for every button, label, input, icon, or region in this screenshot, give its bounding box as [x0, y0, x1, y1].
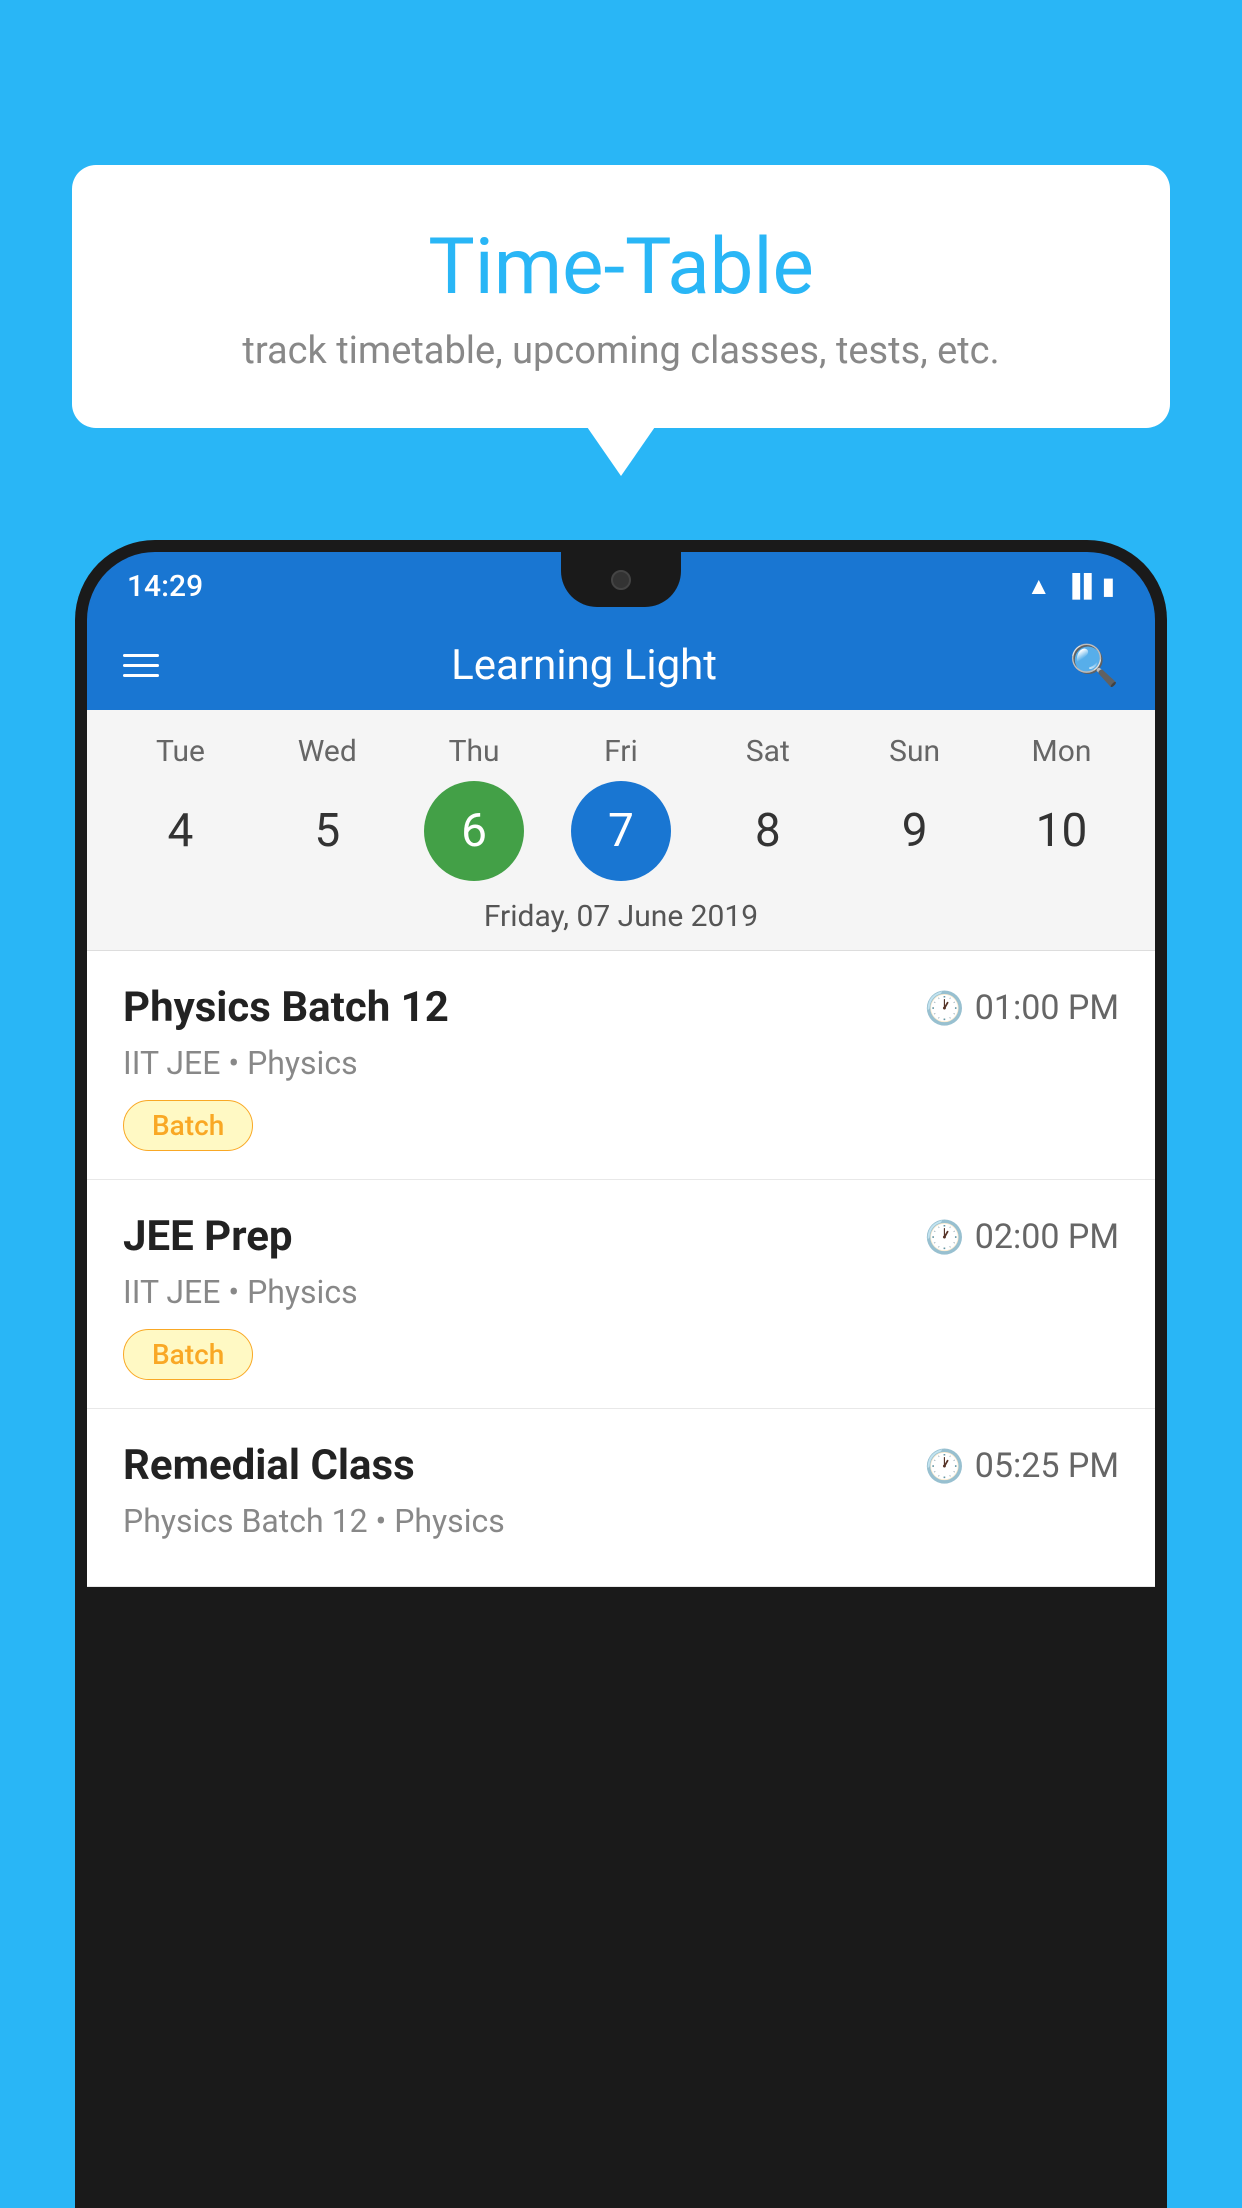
- schedule-item[interactable]: JEE Prep 🕐 02:00 PM IIT JEE • Physics Ba…: [87, 1180, 1155, 1409]
- hamburger-icon[interactable]: [123, 654, 159, 677]
- day-header: Fri: [571, 734, 671, 769]
- status-bar: 14:29: [87, 552, 1155, 620]
- schedule-item[interactable]: Physics Batch 12 🕐 01:00 PM IIT JEE • Ph…: [87, 951, 1155, 1180]
- schedule-subtitle: IIT JEE • Physics: [123, 1044, 1119, 1082]
- schedule-list: Physics Batch 12 🕐 01:00 PM IIT JEE • Ph…: [87, 951, 1155, 1587]
- schedule-time: 🕐 05:25 PM: [925, 1446, 1119, 1486]
- phone-inner: 14:29 Learning Light 🔍 TueWe: [87, 552, 1155, 2208]
- day-number[interactable]: 5: [277, 781, 377, 881]
- batch-badge: Batch: [123, 1329, 253, 1380]
- tooltip-title: Time-Table: [132, 225, 1110, 311]
- schedule-time: 🕐 01:00 PM: [925, 988, 1119, 1028]
- day-numbers: 456789 10: [87, 781, 1155, 881]
- signal-icon: [1065, 573, 1088, 599]
- day-number[interactable]: 7: [571, 781, 671, 881]
- batch-badge: Batch: [123, 1100, 253, 1151]
- day-header: Sun: [865, 734, 965, 769]
- day-header: Wed: [277, 734, 377, 769]
- schedule-item-header: JEE Prep 🕐 02:00 PM: [123, 1212, 1119, 1261]
- wifi-icon: [1027, 572, 1051, 601]
- schedule-item-header: Remedial Class 🕐 05:25 PM: [123, 1441, 1119, 1490]
- schedule-time: 🕐 02:00 PM: [925, 1217, 1119, 1257]
- selected-date-label: Friday, 07 June 2019: [87, 881, 1155, 951]
- schedule-title: JEE Prep: [123, 1212, 293, 1261]
- day-headers: Tue Wed Thu Fri Sat Sun Mon: [87, 734, 1155, 769]
- schedule-subtitle: IIT JEE • Physics: [123, 1273, 1119, 1311]
- schedule-subtitle: Physics Batch 12 • Physics: [123, 1502, 1119, 1540]
- phone-frame: 14:29 Learning Light 🔍 TueWe: [75, 540, 1167, 2208]
- tooltip-card: Time-Table track timetable, upcoming cla…: [72, 165, 1170, 428]
- status-time: 14:29: [127, 569, 203, 604]
- camera-dot: [611, 570, 631, 590]
- battery-icon: [1102, 572, 1115, 600]
- app-bar: Learning Light 🔍: [87, 620, 1155, 710]
- clock-icon: 🕐: [925, 1218, 965, 1256]
- day-header: Mon: [1011, 734, 1111, 769]
- day-number[interactable]: 6: [424, 781, 524, 881]
- calendar-strip: Tue Wed Thu Fri Sat Sun Mon 456789 10 Friday, 0…: [87, 710, 1155, 951]
- day-number[interactable]: 4: [130, 781, 230, 881]
- day-number[interactable]: 8: [718, 781, 818, 881]
- day-number[interactable]: 9: [865, 781, 965, 881]
- notch: [561, 552, 681, 607]
- clock-icon: 🕐: [925, 989, 965, 1027]
- day-number[interactable]: 10: [1011, 781, 1111, 881]
- clock-icon: 🕐: [925, 1447, 965, 1485]
- day-header: Thu: [424, 734, 524, 769]
- schedule-item-header: Physics Batch 12 🕐 01:00 PM: [123, 983, 1119, 1032]
- app-title: Learning Light: [189, 641, 979, 690]
- day-header: Sat: [718, 734, 818, 769]
- search-icon[interactable]: 🔍: [1069, 642, 1119, 689]
- schedule-title: Physics Batch 12: [123, 983, 449, 1032]
- schedule-item[interactable]: Remedial Class 🕐 05:25 PM Physics Batch …: [87, 1409, 1155, 1587]
- status-icons: [1027, 572, 1115, 601]
- tooltip-subtitle: track timetable, upcoming classes, tests…: [132, 329, 1110, 373]
- day-header: Tue: [130, 734, 230, 769]
- schedule-title: Remedial Class: [123, 1441, 415, 1490]
